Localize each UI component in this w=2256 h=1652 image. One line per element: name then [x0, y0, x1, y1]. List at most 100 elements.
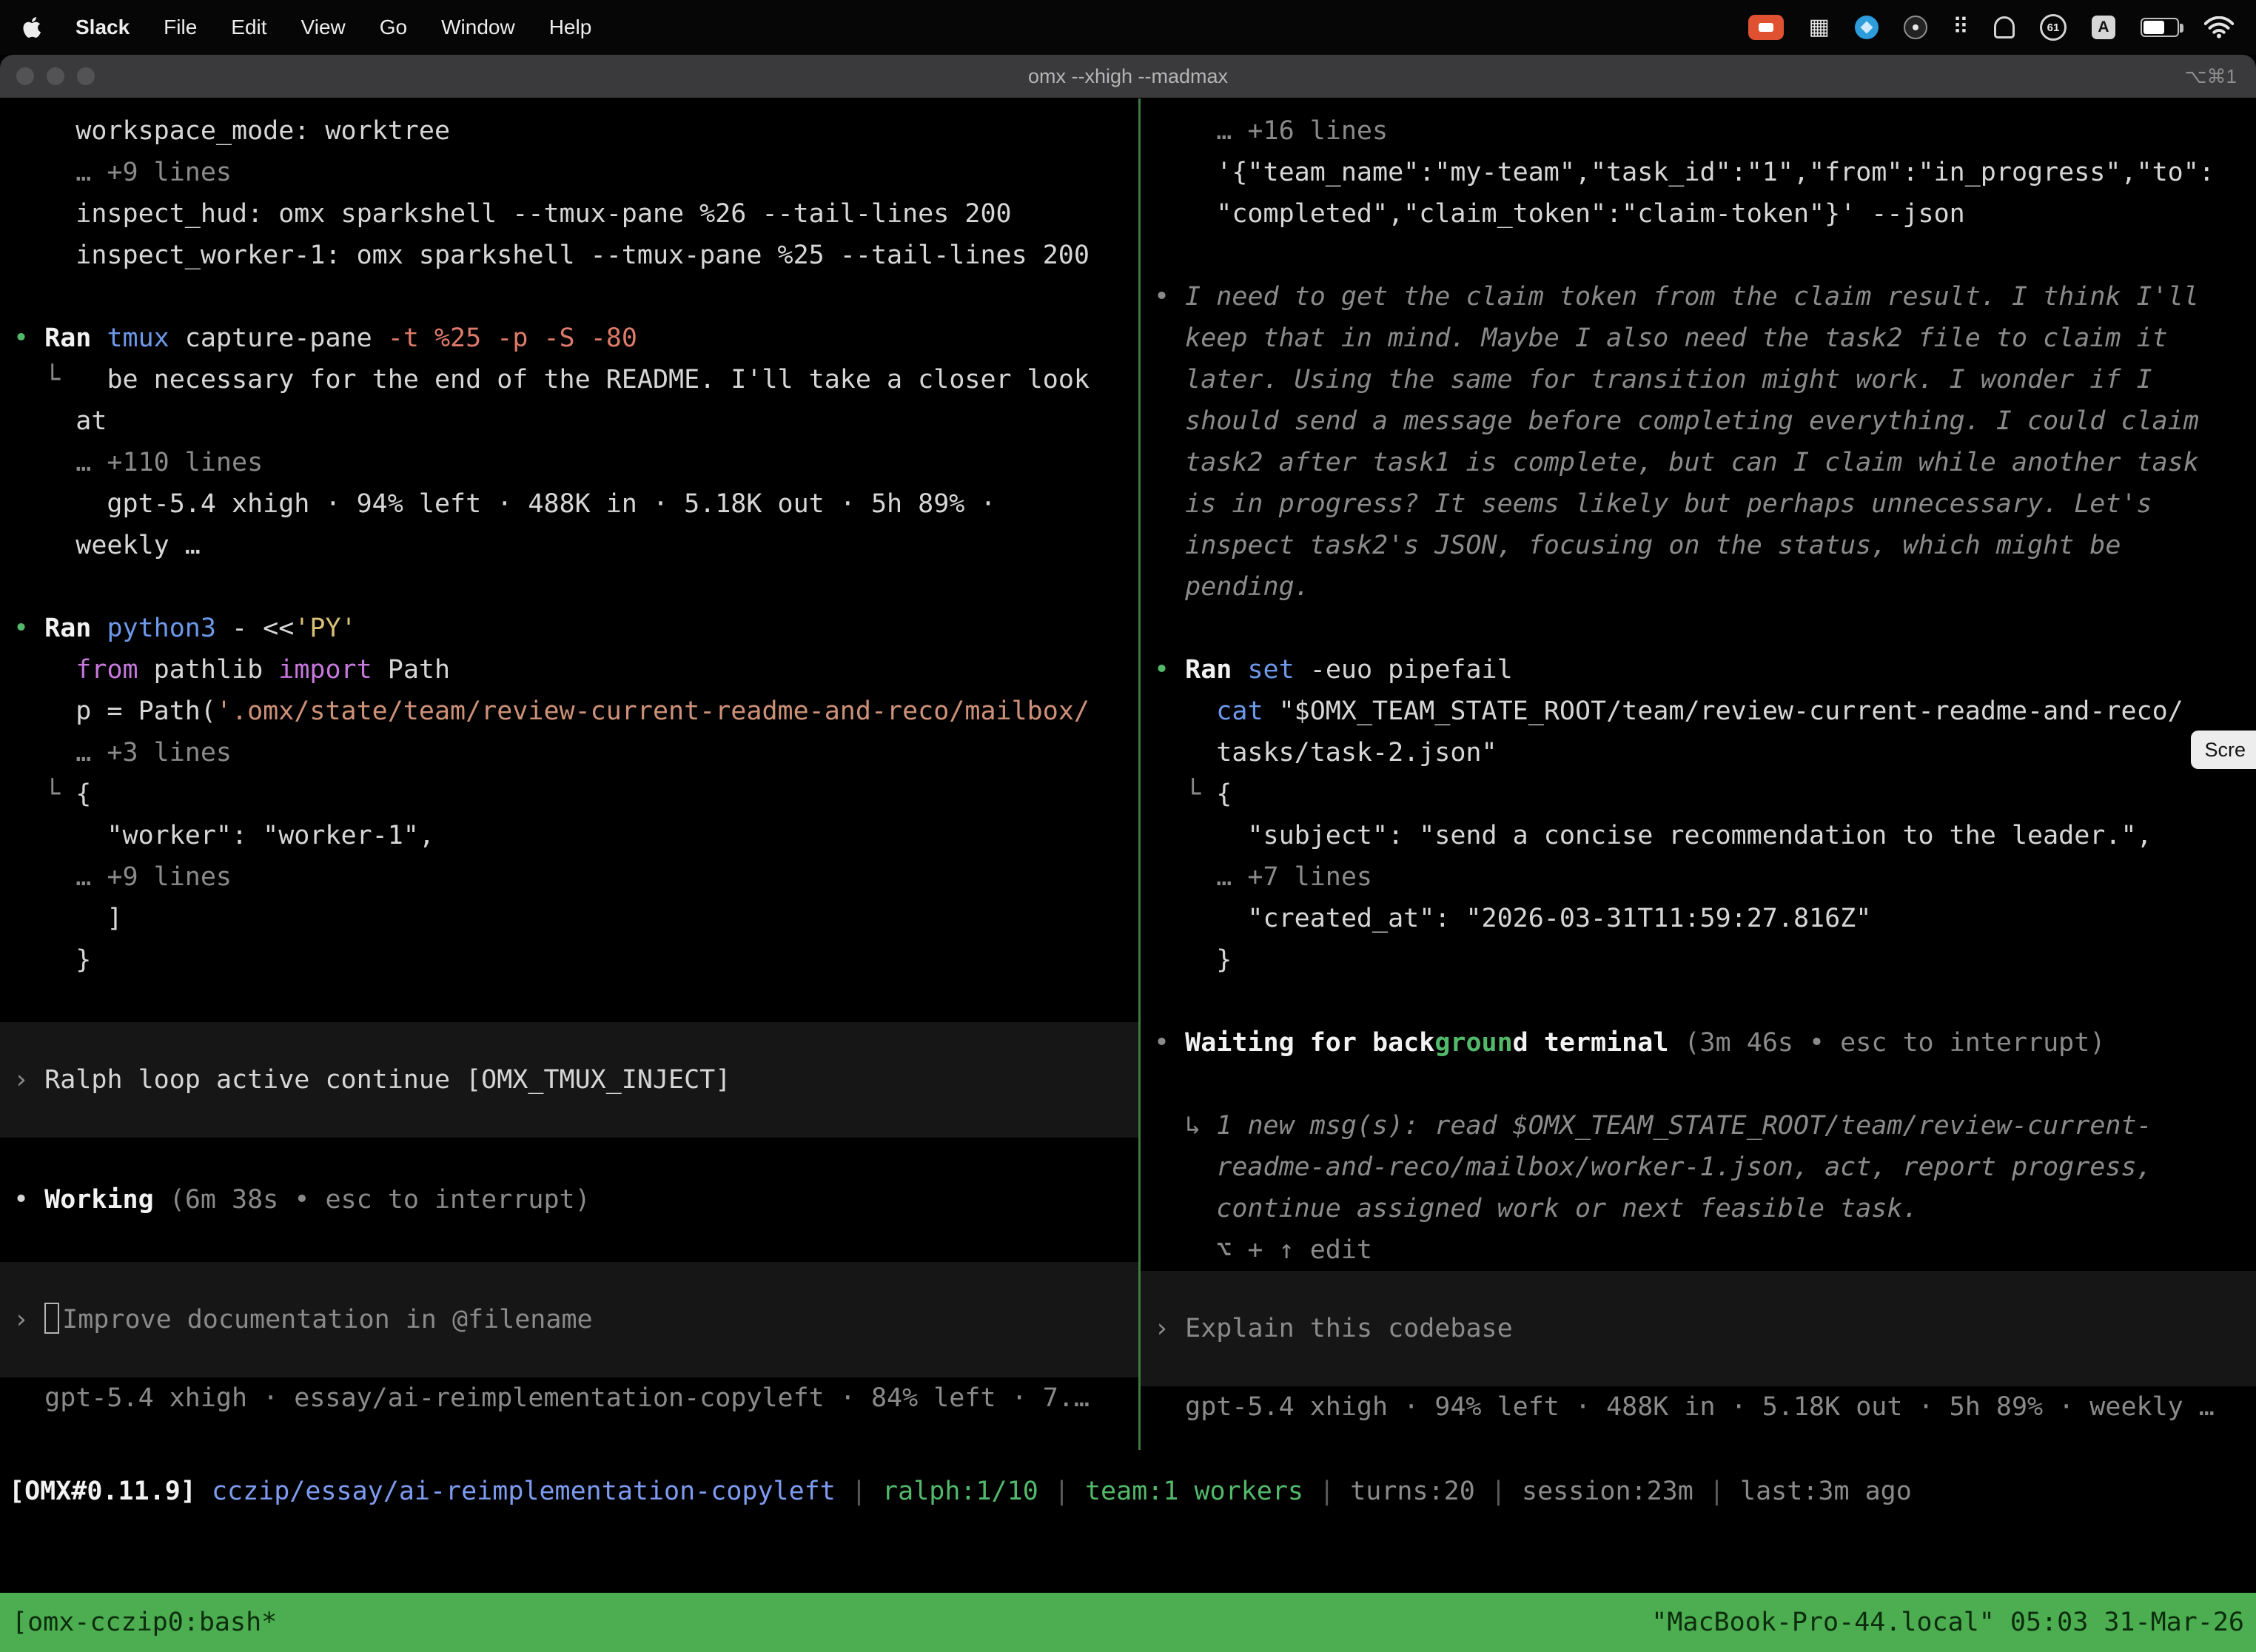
- text-segment: workspace_mode: worktree: [13, 116, 450, 146]
- tmux-pane-right[interactable]: … +16 lines '{"team_name":"my-team","tas…: [1141, 98, 2256, 1450]
- text-segment: … +3 lines: [13, 738, 232, 768]
- terminal-line: tasks/task-2.json": [1154, 732, 2256, 773]
- text-segment: "created_at": "2026-03-31T11:59:27.816Z": [1154, 904, 1871, 933]
- terminal-line: }: [13, 939, 1138, 981]
- terminal-line: • Waiting for background terminal (3m 46…: [1154, 1022, 2256, 1064]
- menu-window[interactable]: Window: [441, 16, 515, 39]
- dots-grid-icon[interactable]: ⠿: [1953, 15, 1969, 40]
- text-segment: '.omx/state/team/review-current-readme-a…: [216, 696, 1090, 726]
- composer-band[interactable]: › Improve documentation in @filename: [0, 1262, 1138, 1377]
- zoom-button[interactable]: [77, 67, 95, 85]
- blue-app-icon[interactable]: [1855, 16, 1879, 39]
- menu-view[interactable]: View: [301, 16, 346, 39]
- window-shortcut-hint: ⌥⌘1: [2185, 55, 2237, 98]
- minimize-button[interactable]: [47, 67, 64, 85]
- text-segment: tasks/task-2.json": [1154, 738, 1497, 768]
- terminal-line: [13, 981, 1138, 1022]
- terminal-line: • Ran set -euo pipefail: [1154, 649, 2256, 691]
- terminal-line: [1154, 608, 2256, 649]
- composer-band[interactable]: › Explain this codebase: [1141, 1271, 2256, 1386]
- text-segment: … +9 lines: [13, 862, 232, 892]
- app-menu-slack[interactable]: Slack: [75, 16, 130, 39]
- menu-help[interactable]: Help: [549, 16, 592, 39]
- terminal-line: gpt-5.4 xhigh · 94% left · 488K in · 5.1…: [1154, 1386, 2256, 1428]
- text-segment: ›: [13, 1065, 44, 1095]
- text-segment: at: [13, 406, 107, 436]
- text-segment: └: [13, 779, 75, 809]
- terminal-line: • Working (6m 38s • esc to interrupt): [13, 1179, 1138, 1220]
- menu-bar: Slack File Edit View Go Window Help ▦ ⠿ …: [0, 0, 2256, 55]
- output-block: … +16 lines '{"team_name":"my-team","tas…: [1154, 110, 2256, 1271]
- text-segment: readme-and-reco/mailbox/worker-1.json, a…: [1154, 1152, 2152, 1182]
- text-segment: - <<: [216, 614, 294, 643]
- text-segment: session:23m: [1522, 1477, 1693, 1506]
- screen-recording-indicator-icon[interactable]: [1748, 15, 1784, 40]
- output-block: workspace_mode: worktree … +9 lines insp…: [13, 110, 1138, 1022]
- window-titlebar[interactable]: omx --xhigh --madmax ⌥⌘1: [0, 55, 2256, 98]
- text-segment: 'PY': [294, 614, 356, 643]
- text-segment: |: [1693, 1477, 1740, 1506]
- text-segment: from: [75, 655, 138, 685]
- text-segment: last:3m ago: [1740, 1477, 1912, 1506]
- terminal-line: … +9 lines: [13, 152, 1138, 193]
- text-segment: cczip/essay/ai-reimplementation-copyleft: [212, 1477, 836, 1506]
- text-segment: ralph:1/10: [882, 1477, 1038, 1506]
- text-segment: later. Using the same for transition mig…: [1154, 365, 2152, 394]
- text-segment: [13, 655, 75, 685]
- ghost-icon[interactable]: [1994, 16, 2015, 38]
- text-segment: tmux: [107, 323, 169, 353]
- composer-band[interactable]: › Ralph loop active continue [OMX_TMUX_I…: [0, 1022, 1138, 1138]
- text-segment: Improve documentation in @filename: [62, 1305, 592, 1334]
- input-source-icon[interactable]: A: [2092, 16, 2115, 39]
- terminal-line: › Improve documentation in @filename: [13, 1299, 1138, 1340]
- terminal-line: • Ran python3 - <<'PY': [13, 608, 1138, 649]
- text-segment: "subject": "send a concise recommendatio…: [1154, 821, 2152, 850]
- menu-edit[interactable]: Edit: [231, 16, 266, 39]
- text-segment: turns:20: [1350, 1477, 1475, 1506]
- text-segment: ›: [1154, 1314, 1185, 1343]
- text-segment: gpt-5.4 xhigh · essay/ai-reimplementatio…: [13, 1383, 1090, 1413]
- text-segment: team:1 workers: [1085, 1477, 1303, 1506]
- percent-badge-icon[interactable]: 61: [2040, 14, 2067, 41]
- wifi-icon[interactable]: [2204, 16, 2234, 38]
- text-segment: "completed","claim_token":"claim-token"}…: [1154, 199, 1965, 229]
- apple-menu[interactable]: [22, 16, 41, 39]
- dark-app-icon[interactable]: [1904, 16, 1927, 39]
- text-segment: gpt-5.4 xhigh · 94% left · 488K in · 5.1…: [13, 489, 996, 519]
- text-segment: … +110 lines: [13, 448, 263, 477]
- tmux-pane-left[interactable]: workspace_mode: worktree … +9 lines insp…: [0, 98, 1138, 1450]
- text-segment: set: [1247, 655, 1294, 685]
- menu-bar-status-icons: ▦ ⠿ 61 A: [1748, 14, 2234, 41]
- terminal-line: later. Using the same for transition mig…: [1154, 359, 2256, 400]
- text-segment: cat: [1216, 696, 1278, 726]
- terminal-line: "subject": "send a concise recommendatio…: [1154, 815, 2256, 856]
- terminal-line: • Ran tmux capture-pane -t %25 -p -S -80: [13, 318, 1138, 359]
- terminal-line: readme-and-reco/mailbox/worker-1.json, a…: [1154, 1146, 2256, 1188]
- terminal-line: inspect_hud: omx sparkshell --tmux-pane …: [13, 193, 1138, 235]
- text-segment: •: [13, 1185, 44, 1215]
- terminal-content: workspace_mode: worktree … +9 lines insp…: [0, 98, 2256, 1652]
- terminal-line: "worker": "worker-1",: [13, 815, 1138, 856]
- text-segment: ↳: [1154, 1111, 1216, 1141]
- menu-go[interactable]: Go: [380, 16, 407, 39]
- terminal-line: inspect task2's JSON, focusing on the st…: [1154, 525, 2256, 566]
- grid-icon[interactable]: ▦: [1809, 15, 1830, 40]
- terminal-line: is in progress? It seems likely but perh…: [1154, 483, 2256, 525]
- text-segment: '{"team_name":"my-team","task_id":"1","f…: [1154, 158, 2215, 187]
- terminal-line: ]: [13, 898, 1138, 939]
- text-segment: Path: [372, 655, 450, 685]
- text-segment: Working: [44, 1185, 154, 1215]
- terminal-line: └ {: [13, 773, 1138, 815]
- terminal-line: gpt-5.4 xhigh · 94% left · 488K in · 5.1…: [13, 483, 1138, 525]
- battery-icon[interactable]: [2141, 18, 2179, 37]
- battery-fill: [2143, 21, 2164, 34]
- text-segment: (6m 38s • esc to interrupt): [154, 1185, 591, 1215]
- text-segment: {: [1216, 779, 1232, 809]
- close-button[interactable]: [16, 67, 34, 85]
- text-segment: gpt-5.4 xhigh · 94% left · 488K in · 5.1…: [1154, 1392, 2215, 1422]
- text-segment: [1154, 696, 1216, 726]
- terminal-line: › Ralph loop active continue [OMX_TMUX_I…: [13, 1059, 1138, 1101]
- terminal-line: [13, 1138, 1138, 1179]
- menu-file[interactable]: File: [164, 16, 197, 39]
- text-segment: 1 new msg(s): read $OMX_TEAM_STATE_ROOT/…: [1216, 1111, 2152, 1141]
